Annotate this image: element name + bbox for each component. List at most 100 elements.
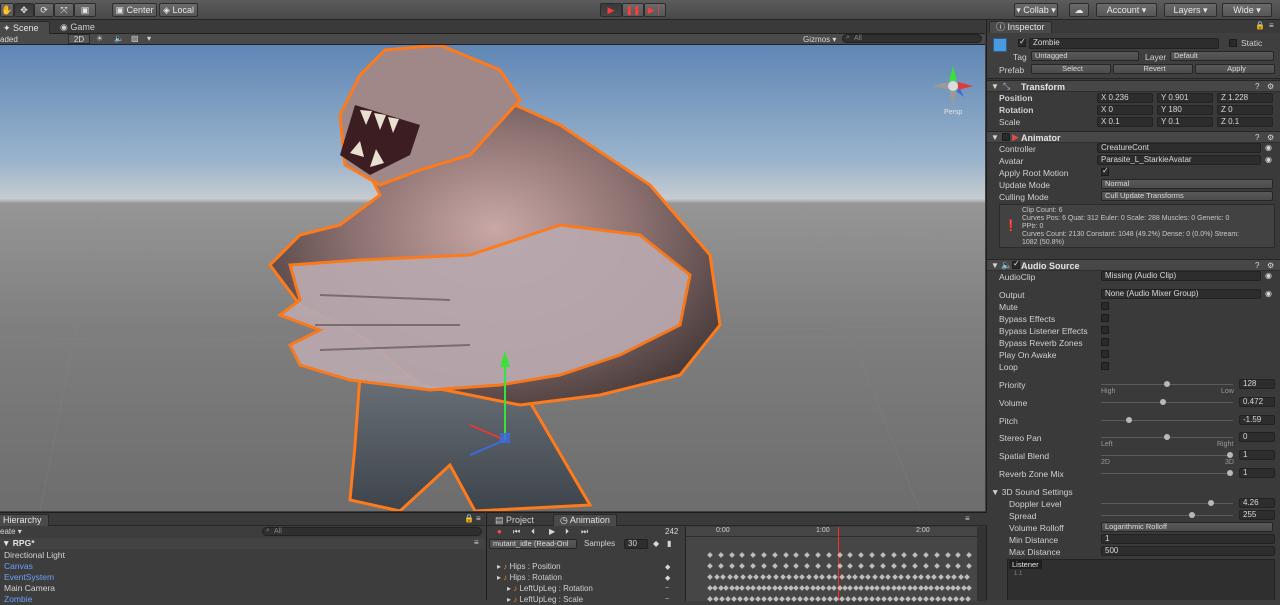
doppler-level-slider-handle[interactable] [1208,500,1215,506]
scene-view[interactable]: Persp [0,45,985,511]
keyframe[interactable] [836,563,843,569]
scale-tool-button[interactable]: ⤧ [54,3,74,17]
keyframe[interactable] [707,596,713,602]
keyframe[interactable] [872,574,878,580]
keyframe[interactable] [905,596,911,602]
stereo-pan-slider-handle[interactable] [1164,434,1170,440]
keyframe[interactable] [815,596,821,602]
prefab-apply-button[interactable]: Apply [1195,64,1275,74]
layer-dropdown[interactable]: Default [1170,51,1274,61]
keyframe[interactable] [887,596,893,602]
keyframe[interactable] [809,596,815,602]
add-keyframe-icon[interactable]: ◆ [653,539,659,548]
keyframe[interactable] [719,596,725,602]
keyframe[interactable] [726,574,733,580]
keyframe[interactable] [929,596,935,602]
keyframe[interactable] [771,552,778,558]
tab-animation[interactable]: ◷ Animation [553,514,617,526]
pitch-field[interactable]: -1.59 [1239,415,1275,425]
max-distance-field[interactable]: 500 [1101,546,1275,556]
keyframe[interactable] [779,596,785,602]
play-anim-button[interactable]: ▶ [549,527,555,536]
keyframe[interactable] [953,596,959,602]
rect-tool-button[interactable]: ▣ [74,3,96,17]
keyframe[interactable] [912,563,919,569]
hierarchy-item-eventsystem[interactable]: EventSystem [4,572,54,582]
doppler-level-field[interactable]: 4.26 [1239,498,1275,508]
keyframe[interactable] [782,563,789,569]
keyframe[interactable] [875,596,881,602]
keyframe[interactable] [955,563,962,569]
loop-checkbox[interactable] [1101,362,1109,370]
orientation-gizmo[interactable] [928,61,978,111]
record-button[interactable]: ● [497,527,502,536]
keyframe[interactable] [761,596,767,602]
keyframe[interactable] [931,574,938,580]
keyframe[interactable] [858,574,865,580]
keyframe[interactable] [879,563,886,569]
stereo-pan-slider[interactable] [1101,434,1233,440]
samples-field[interactable]: 30 [624,539,648,549]
keyframe[interactable] [865,574,872,580]
help-icon[interactable]: ? [1255,261,1259,270]
keyframe[interactable] [755,596,761,602]
spread-field[interactable]: 255 [1239,510,1275,520]
keyframe[interactable] [839,596,845,602]
hand-tool-button[interactable]: ✋ [0,3,14,17]
keyframe[interactable] [959,596,965,602]
keyframe[interactable] [707,552,713,558]
rotation-z-field[interactable]: Z 0 [1217,105,1273,115]
keyframe[interactable] [947,596,953,602]
keyframe[interactable] [733,574,740,580]
keyframe[interactable] [804,563,811,569]
keyframe[interactable] [804,585,811,591]
bypass-reverb-checkbox[interactable] [1101,338,1109,346]
dopesheet-scrollbar[interactable] [977,527,986,601]
object-picker-icon[interactable]: ◉ [1265,271,1272,280]
keyframe[interactable] [939,585,946,591]
scale-x-field[interactable]: X 0.1 [1097,117,1153,127]
effects-dropdown[interactable]: ▾ [147,34,151,43]
keyframe[interactable] [912,585,919,591]
keyframe[interactable] [881,596,887,602]
lighting-toggle-icon[interactable]: ☀ [96,34,103,43]
keyframe[interactable] [812,574,819,580]
property-row[interactable]: ▸ ♪ Hips : Position [497,561,593,572]
clip-dropdown[interactable]: mutant_idle (Read-Onl [489,539,577,549]
reverb-zone-mix-field[interactable]: 1 [1239,468,1275,478]
keyframe[interactable] [966,563,973,569]
tab-inspector[interactable]: ⓘ Inspector [989,21,1052,33]
layout-dropdown[interactable]: Wide ▾ [1222,3,1272,17]
reverb-zone-mix-slider-handle[interactable] [1227,470,1233,476]
keyframe[interactable] [792,574,799,580]
spread-slider[interactable] [1101,512,1233,518]
component-gear-icon[interactable]: ⚙ [1267,261,1274,270]
hierarchy-item-zombie[interactable]: Zombie [4,594,32,604]
add-event-icon[interactable]: ▮ [667,539,671,548]
component-gear-icon[interactable]: ⚙ [1267,82,1274,91]
hierarchy-search-input[interactable]: ⌕ All [262,527,482,536]
audio-enabled-checkbox[interactable]: ✓ [1012,259,1020,269]
stereo-pan-field[interactable]: 0 [1239,432,1275,442]
move-tool-button[interactable]: ✥ [14,3,34,17]
help-icon[interactable]: ? [1255,82,1259,91]
frame-field[interactable]: 242 [665,527,678,536]
keyframe[interactable] [773,596,779,602]
bypass-listener-checkbox[interactable] [1101,326,1109,334]
audioclip-field[interactable]: Missing (Audio Clip) [1101,271,1261,281]
key-diamond-icon[interactable]: ◆ [665,563,670,571]
keyframe[interactable] [869,552,875,558]
rotation-x-field[interactable]: X 0 [1097,105,1153,115]
persp-label[interactable]: Persp [944,109,962,116]
layers-dropdown[interactable]: Layers ▾ [1164,3,1217,17]
keyframe[interactable] [799,574,806,580]
keyframe[interactable] [746,574,753,580]
keyframe[interactable] [917,596,923,602]
position-x-field[interactable]: X 0.236 [1097,93,1153,103]
keyframe[interactable] [713,574,720,580]
keyframe[interactable] [761,552,767,558]
play-button[interactable]: ▶ [600,3,622,17]
keyframe[interactable] [836,552,843,558]
keyframe[interactable] [839,574,845,580]
tab-game[interactable]: ◉ Game [54,21,101,34]
